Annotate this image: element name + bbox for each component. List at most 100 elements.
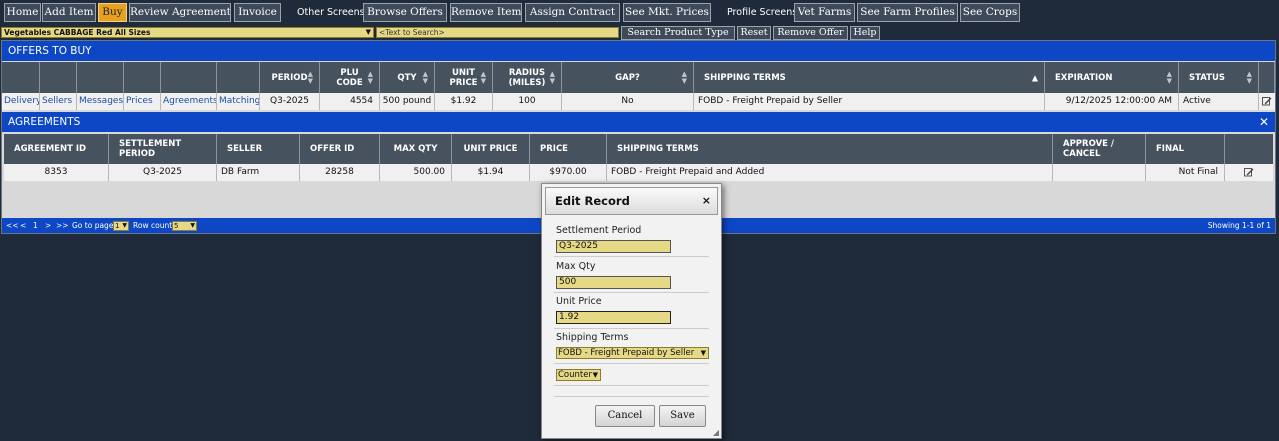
close-icon[interactable]: × [702,188,711,214]
col-offer-id[interactable]: OFFER ID [300,134,380,164]
messages-link[interactable]: Messages [79,96,123,106]
other-screens-label: Other Screens: [297,7,368,18]
nav-remove-item-button[interactable]: Remove Item [450,3,522,22]
resize-grip-icon[interactable]: ◢ [713,428,719,437]
close-icon[interactable]: ✕ [1259,112,1269,132]
shipping-terms-select[interactable]: FOBD - Freight Prepaid by Seller ▼ [556,347,709,359]
chevron-down-icon: ▼ [365,28,371,36]
agreement-price: $970.00 [530,164,607,181]
max-qty-input[interactable]: 500 [556,276,671,289]
table-row[interactable]: Delivery Sellers Messages Prices Agreeme… [2,93,1275,110]
col-plu-code[interactable]: PLU CODE ▲ ▼ [320,62,380,93]
remove-offer-button[interactable]: Remove Offer [773,26,848,40]
offer-radius: 100 [493,93,562,110]
chevron-down-icon: ▼ [190,222,195,229]
offer-gap: No [562,93,694,110]
agreements-link[interactable]: Agreements [163,96,216,106]
chevron-down-icon: ▼ [122,222,127,229]
cancel-button[interactable]: Cancel [595,405,655,427]
showing-count: Showing 1-1 of 1 [1207,221,1271,230]
pager-page-number[interactable]: 1 [33,218,38,233]
nav-vet-farms-button[interactable]: Vet Farms [794,3,855,22]
sort-icon: ▲ ▼ [1246,69,1252,85]
edit-icon[interactable] [1262,96,1272,106]
nav-home-button[interactable]: Home [4,3,41,22]
unit-price-input[interactable]: 1.92 [556,311,671,324]
shipping-terms-label: Shipping Terms [556,332,629,343]
offer-status: Active [1179,93,1259,110]
search-input[interactable]: <Text to Search> [376,27,619,38]
sort-icon: ▲ ▼ [367,69,373,85]
settlement-period-input[interactable]: Q3-2025 [556,240,671,253]
col-qty[interactable]: QTY ▲ ▼ [380,62,435,93]
edit-record-dialog: Edit Record × Settlement Period Q3-2025 … [541,183,722,439]
col-expiration[interactable]: EXPIRATION ▲ ▼ [1045,62,1179,93]
reset-button[interactable]: Reset [737,26,771,40]
col-status[interactable]: STATUS ▲ ▼ [1179,62,1259,93]
table-row[interactable]: 8353 Q3-2025 DB Farm 28258 500.00 $1.94 … [4,164,1273,181]
nav-review-agreement-button[interactable]: Review Agreement [129,3,231,22]
matching-link[interactable]: Matching [219,96,259,106]
nav-invoice-button[interactable]: Invoice [234,3,281,22]
offer-unit-price: $1.92 [435,93,493,110]
goto-page-label: Go to page: [72,221,116,230]
category-select[interactable]: Vegetables CABBAGE Red All Sizes ▼ [1,27,374,38]
edit-icon[interactable] [1244,167,1254,177]
col-agr-shipping-terms[interactable]: SHIPPING TERMS [607,134,1053,164]
agreement-shipping-terms: FOBD - Freight Prepaid and Added [607,164,1053,181]
col-price[interactable]: PRICE [530,134,607,164]
col-seller[interactable]: SELLER [217,134,300,164]
dialog-title-bar[interactable]: Edit Record × [545,187,718,215]
col-agreement-id[interactable]: AGREEMENT ID [4,134,109,164]
col-settlement-period[interactable]: SETTLEMENT PERIOD [109,134,217,164]
offer-plu: 4554 [320,93,380,110]
nav-see-crops-button[interactable]: See Crops [960,3,1020,22]
col-unit-price[interactable]: UNIT PRICE ▲ ▼ [435,62,493,93]
chevron-down-icon: ▼ [700,349,706,357]
row-count-label: Row count: [133,221,175,230]
search-product-type-button[interactable]: Search Product Type [621,26,735,40]
delivery-link[interactable]: Delivery [4,96,39,106]
col-approve-cancel[interactable]: APPROVE / CANCEL [1053,134,1146,164]
max-qty-label: Max Qty [556,261,596,272]
agreements-section-title: AGREEMENTS ✕ [2,112,1275,132]
col-period[interactable]: PERIOD ▲ ▼ [260,62,320,93]
nav-see-mkt-prices-button[interactable]: See Mkt. Prices [623,3,711,22]
pager-next-button[interactable]: > [45,218,51,233]
category-select-value: Vegetables CABBAGE Red All Sizes [4,28,151,37]
col-final[interactable]: FINAL [1146,134,1225,164]
nav-assign-contract-button[interactable]: Assign Contract [525,3,620,22]
col-agr-unit-price[interactable]: UNIT PRICE [452,134,530,164]
sort-icon: ▲ ▼ [681,69,687,85]
pager-last-button[interactable]: >> [56,218,69,233]
prices-link[interactable]: Prices [126,96,153,106]
profile-screens-label: Profile Screens: [727,7,801,18]
settlement-period-label: Settlement Period [556,225,642,236]
offer-period: Q3-2025 [260,93,320,110]
sellers-link[interactable]: Sellers [42,96,72,106]
nav-browse-offers-button[interactable]: Browse Offers [363,3,447,22]
nav-add-item-button[interactable]: Add Item [42,3,96,22]
pager-prev-button[interactable]: < [20,218,26,233]
help-button[interactable]: Help [850,26,880,40]
sort-icon: ▲ ▼ [549,69,555,85]
counter-select[interactable]: Counter ▼ [556,369,601,381]
pager-first-button[interactable]: << [6,218,19,233]
chevron-down-icon: ▼ [592,371,598,379]
goto-page-select[interactable]: 1 ▼ [113,221,129,231]
search-bar: Vegetables CABBAGE Red All Sizes ▼ <Text… [0,25,1279,40]
nav-buy-button[interactable]: Buy [98,3,127,22]
row-count-select[interactable]: 5 ▼ [172,221,197,231]
col-shipping-terms[interactable]: SHIPPING TERMS ▲ [694,62,1045,93]
agreement-final: Not Final [1146,164,1225,181]
col-max-qty[interactable]: MAX QTY [380,134,452,164]
agreements-table-header: AGREEMENT ID SETTLEMENT PERIOD SELLER OF… [4,134,1273,164]
agreement-approve [1053,164,1146,181]
unit-price-label: Unit Price [556,296,602,307]
save-button[interactable]: Save [659,405,706,427]
col-gap[interactable]: GAP? ▲ ▼ [562,62,694,93]
agreement-id: 8353 [4,164,109,181]
offer-qty: 500 pound [380,93,435,110]
col-radius[interactable]: RADIUS (MILES) ▲ ▼ [493,62,562,93]
nav-see-farm-profiles-button[interactable]: See Farm Profiles [857,3,958,22]
